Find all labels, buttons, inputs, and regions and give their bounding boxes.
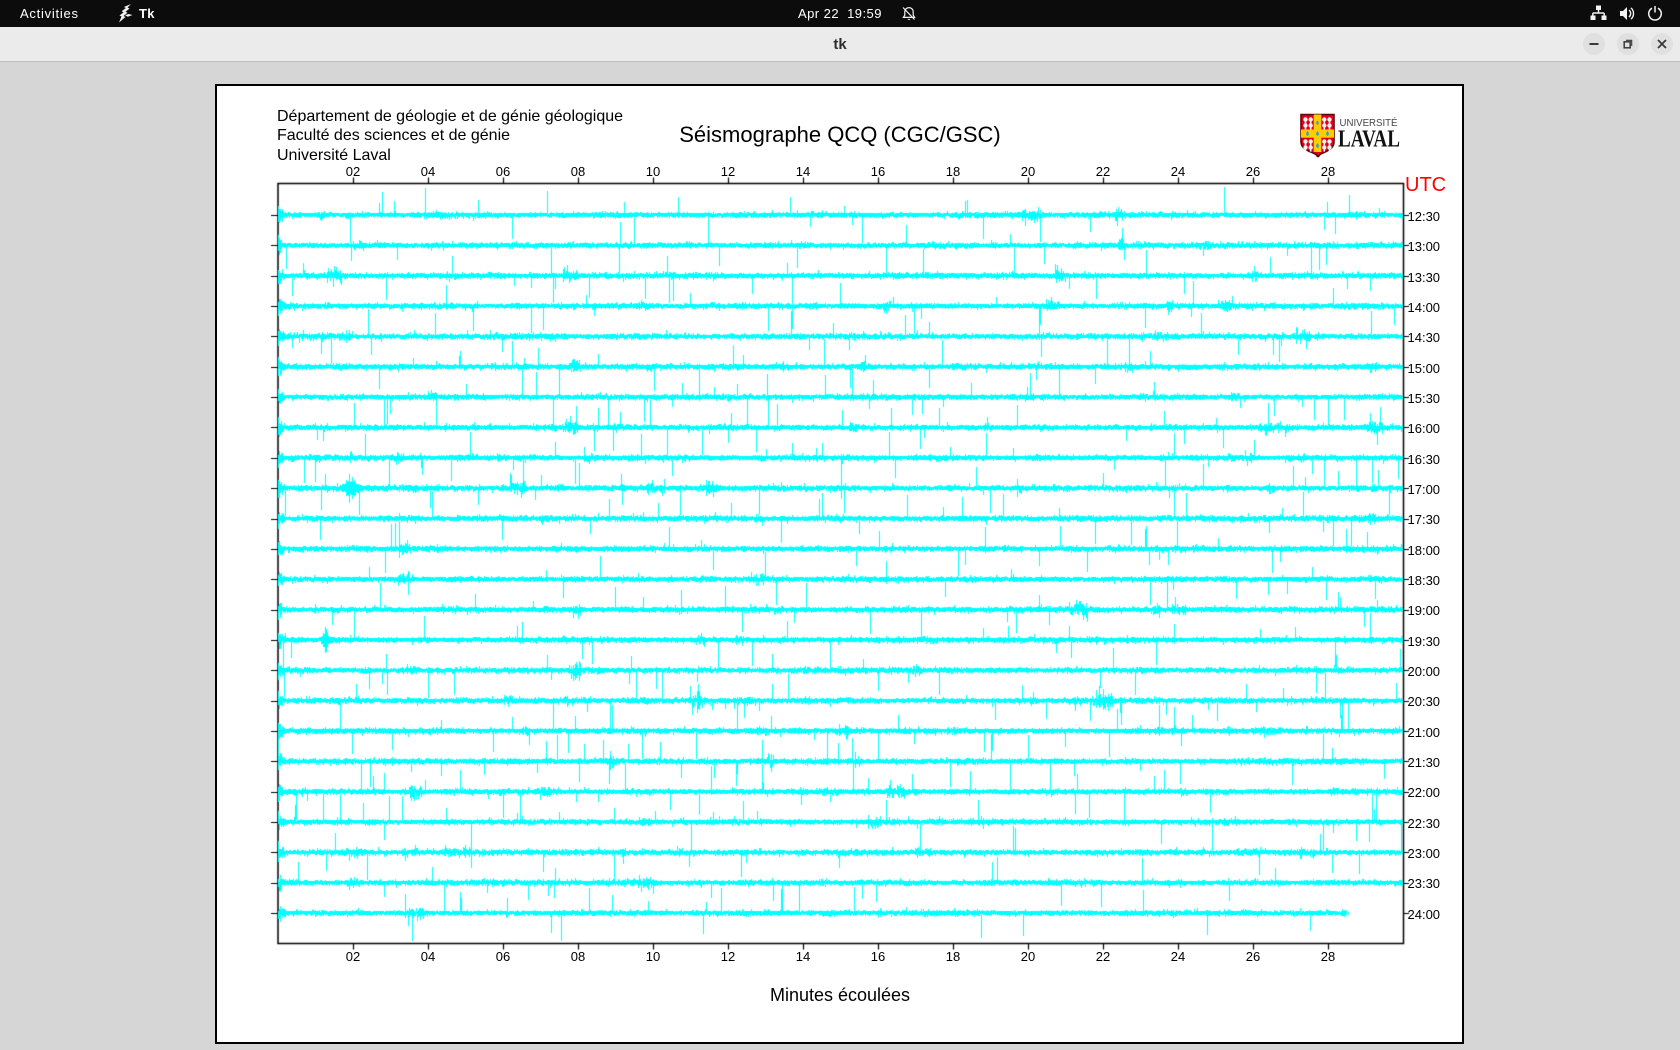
svg-text:LAVAL: LAVAL [1338,127,1400,153]
